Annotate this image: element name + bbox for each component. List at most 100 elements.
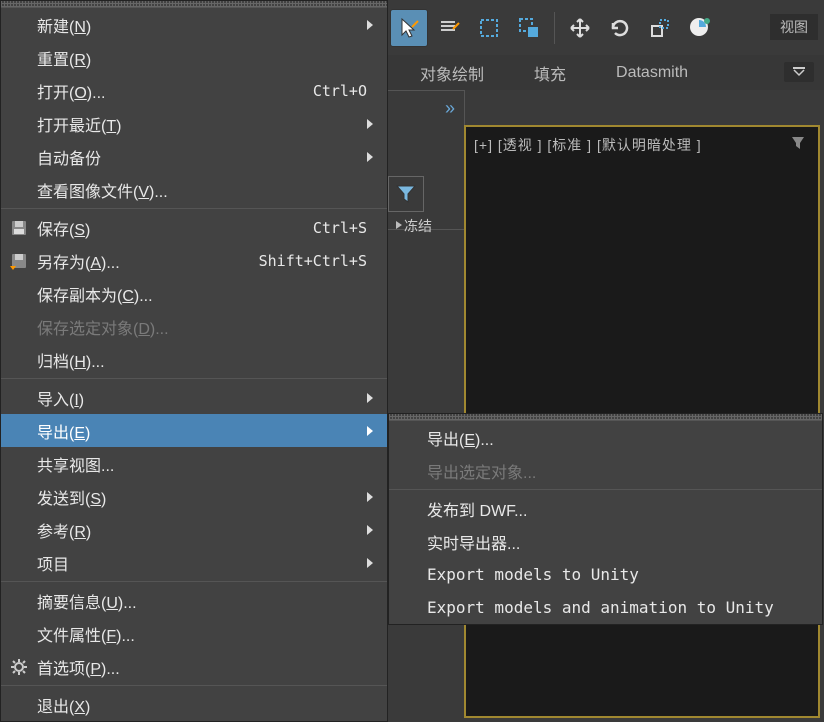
menu-item[interactable]: 共享视图... — [1, 447, 387, 480]
menu-item[interactable]: 打开最近(T) — [1, 107, 387, 140]
viewport-header[interactable]: [+] [透视 ] [标准 ] [默认明暗处理 ] — [474, 135, 702, 155]
submenu-arrow-icon — [367, 525, 373, 535]
menu-item-label: 文件属性(F)... — [37, 622, 135, 646]
menu-item[interactable]: 打开(O)... Ctrl+O — [1, 74, 387, 107]
menu-item[interactable]: 导出(E) — [1, 414, 387, 447]
gear-icon — [9, 657, 29, 677]
rect-select-button[interactable] — [470, 9, 508, 47]
list-cursor-icon — [438, 17, 460, 39]
menu-item[interactable]: 查看图像文件(V)... — [1, 173, 387, 206]
rect-overlay-icon — [518, 17, 540, 39]
menu-item-label: 自动备份 — [37, 145, 101, 169]
menu-item-label: 摘要信息(U)... — [37, 589, 137, 613]
menu-item: 导出选定对象... — [389, 454, 822, 487]
placement-icon — [688, 16, 712, 40]
menu-item[interactable]: 导出(E)... — [389, 421, 822, 454]
menu-item-label: 参考(R) — [37, 518, 91, 542]
menu-item-label: 导出选定对象... — [427, 459, 536, 483]
window-crossing-button[interactable] — [510, 9, 548, 47]
submenu-arrow-icon — [367, 119, 373, 129]
submenu-arrow-icon — [367, 152, 373, 162]
menu-item-label: 查看图像文件(V)... — [37, 178, 168, 202]
menu-separator — [1, 581, 387, 582]
menu-separator — [1, 378, 387, 379]
menu-item-label: 另存为(A)... — [37, 249, 120, 273]
menu-item[interactable]: 另存为(A)... Shift+Ctrl+S — [1, 244, 387, 277]
freeze-label[interactable]: 冻结 — [404, 216, 432, 236]
menu-item-label: 打开(O)... — [37, 79, 105, 103]
file-menu: 新建(N) 重置(R) 打开(O)... Ctrl+O 打开最近(T) 自动备份查看图像文… — [0, 0, 388, 722]
rotate-button[interactable] — [601, 9, 639, 47]
menu-item-label: 首选项(P)... — [37, 655, 120, 679]
menu-separator — [389, 489, 822, 490]
menu-item[interactable]: 项目 — [1, 546, 387, 579]
object-draw-tab[interactable]: 对象绘制 — [420, 61, 484, 85]
scale-button[interactable] — [641, 9, 679, 47]
freeze-expand-icon[interactable] — [396, 221, 402, 229]
viewport-filter-icon[interactable] — [790, 135, 806, 151]
saveas-icon — [9, 251, 29, 271]
menu-item-label: 发布到 DWF... — [427, 497, 527, 521]
menu-item-label: 发送到(S) — [37, 485, 106, 509]
menu-item-label: 实时导出器... — [427, 530, 520, 554]
fill-tab[interactable]: 填充 — [534, 61, 566, 85]
menu-separator — [1, 685, 387, 686]
menu-item-label: 新建(N) — [37, 13, 91, 37]
menu-item-label: 保存选定对象(D)... — [37, 315, 169, 339]
menu-item: 保存选定对象(D)... — [1, 310, 387, 343]
filter-funnel-button[interactable] — [388, 176, 424, 212]
menu-shortcut: Ctrl+S — [313, 219, 367, 237]
menu-item[interactable]: 实时导出器... — [389, 525, 822, 558]
menu-item[interactable]: 归档(H)... — [1, 343, 387, 376]
menu-item-label: Export models to Unity — [427, 565, 639, 584]
menu-item[interactable]: 保存副本为(C)... — [1, 277, 387, 310]
cursor-icon — [398, 17, 420, 39]
expand-arrows-icon[interactable]: » — [445, 98, 455, 119]
menu-item-label: 保存副本为(C)... — [37, 282, 153, 306]
menu-item[interactable]: 自动备份 — [1, 140, 387, 173]
menu-item[interactable]: Export models and animation to Unity — [389, 591, 822, 624]
chevron-down-icon — [792, 67, 806, 77]
menu-item-label: 导出(E) — [37, 419, 90, 443]
dashed-rect-icon — [478, 17, 500, 39]
menu-item[interactable]: 保存(S)Ctrl+S — [1, 211, 387, 244]
menu-item-label: 归档(H)... — [37, 348, 105, 372]
menu-item[interactable]: 新建(N) — [1, 8, 387, 41]
toolbar-overflow-button[interactable] — [784, 62, 814, 82]
move-icon — [569, 17, 591, 39]
menu-item[interactable]: 导入(I) — [1, 381, 387, 414]
submenu-arrow-icon — [367, 558, 373, 568]
menu-grip[interactable] — [1, 1, 387, 8]
menu-item[interactable]: 发布到 DWF... — [389, 492, 822, 525]
select-cursor-button[interactable] — [390, 9, 428, 47]
menu-item[interactable]: 发送到(S) — [1, 480, 387, 513]
scale-icon — [649, 17, 671, 39]
menu-item-label: 打开最近(T) — [37, 112, 121, 136]
submenu-arrow-icon — [367, 20, 373, 30]
menu-item[interactable]: 参考(R) — [1, 513, 387, 546]
menu-item-label: 重置(R) — [37, 46, 91, 70]
menu-item[interactable]: 文件属性(F)... — [1, 617, 387, 650]
placement-button[interactable] — [681, 9, 719, 47]
menu-item-label: 导出(E)... — [427, 426, 494, 450]
menu-item[interactable]: 摘要信息(U)... — [1, 584, 387, 617]
menu-shortcut: Ctrl+O — [313, 82, 367, 100]
rotate-icon — [609, 17, 631, 39]
menu-item[interactable]: 重置(R) — [1, 41, 387, 74]
submenu-arrow-icon — [367, 393, 373, 403]
menu-item[interactable]: 退出(X) — [1, 688, 387, 721]
menu-item-label: 退出(X) — [37, 693, 90, 717]
menu-item[interactable]: 首选项(P)... — [1, 650, 387, 683]
toolbar-separator — [554, 12, 555, 44]
menu-grip[interactable] — [389, 414, 822, 421]
menu-shortcut: Shift+Ctrl+S — [259, 252, 367, 270]
submenu-arrow-icon — [367, 426, 373, 436]
move-button[interactable] — [561, 9, 599, 47]
datasmith-tab[interactable]: Datasmith — [616, 64, 688, 82]
menu-item[interactable]: Export models to Unity — [389, 558, 822, 591]
export-submenu: 导出(E)... 导出选定对象... 发布到 DWF... 实时导出器... Expor… — [388, 413, 823, 625]
save-icon — [9, 218, 29, 238]
select-list-button[interactable] — [430, 9, 468, 47]
view-label[interactable]: 视图 — [770, 14, 818, 40]
menu-item-label: Export models and animation to Unity — [427, 598, 774, 617]
